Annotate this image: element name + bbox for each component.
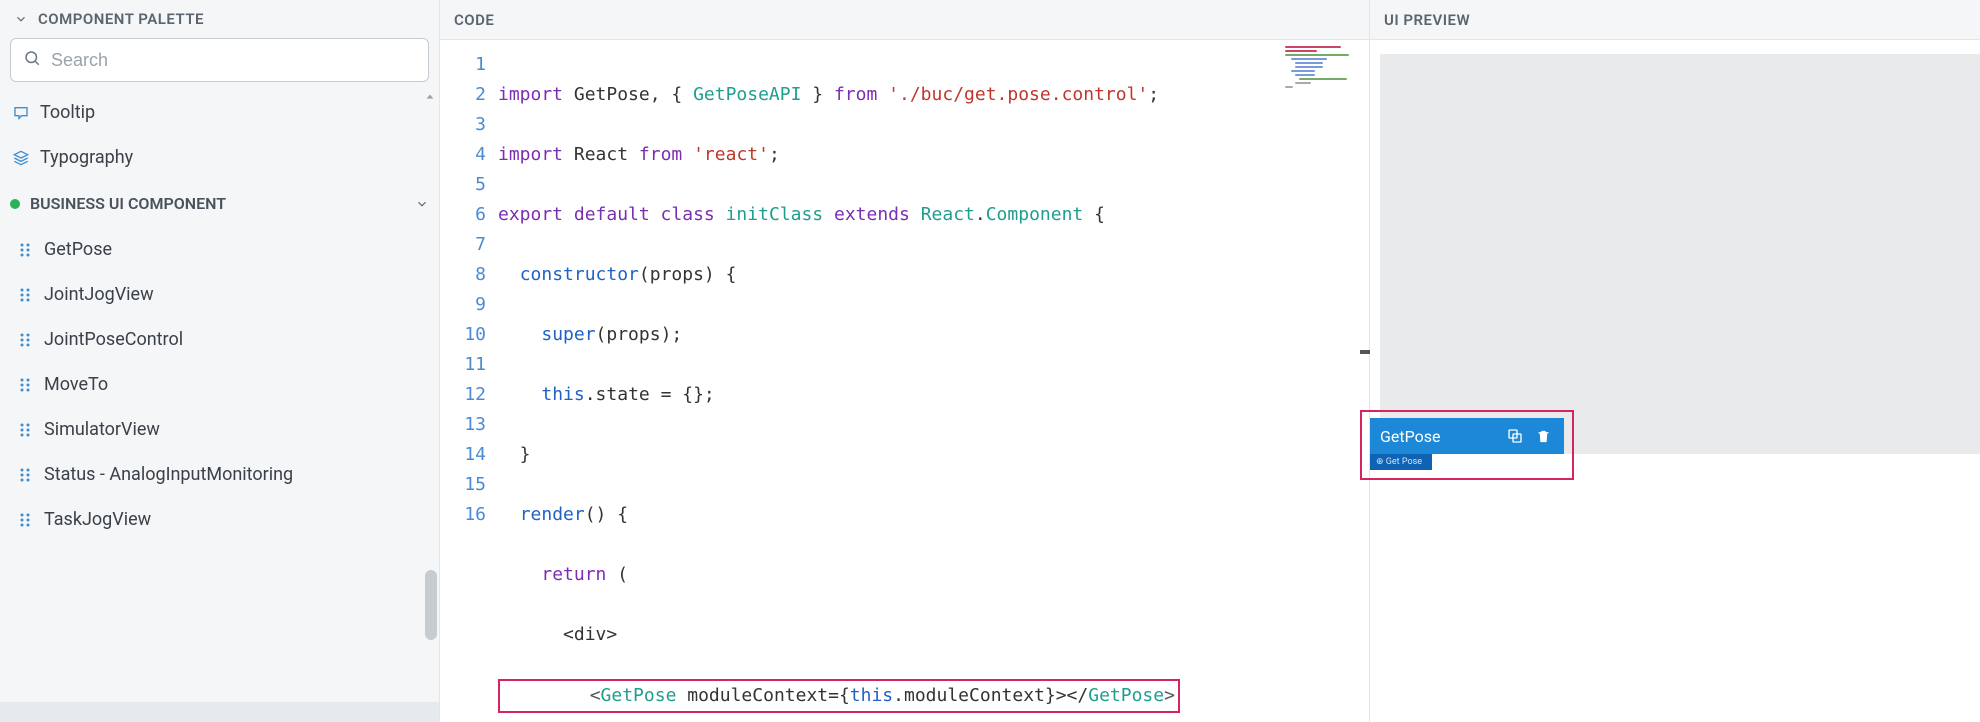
tree-item-label: GetPose: [44, 239, 112, 260]
drag-handle-icon: [14, 243, 36, 257]
line-number: 6: [440, 200, 486, 230]
drag-handle-icon: [14, 513, 36, 527]
drag-handle-icon: [14, 468, 36, 482]
tooltip-icon: [10, 105, 32, 121]
line-number: 1: [440, 50, 486, 80]
tree-item-label: SimulatorView: [44, 419, 160, 440]
group-business-ui[interactable]: BUSINESS UI COMPONENT: [0, 180, 439, 227]
palette-item-tooltip[interactable]: Tooltip: [0, 90, 439, 135]
code-line[interactable]: return (: [498, 560, 1369, 590]
preview-canvas[interactable]: [1380, 54, 1980, 454]
code-minimap[interactable]: [1281, 40, 1369, 140]
resize-handle[interactable]: [1360, 350, 1370, 354]
palette-item-moveto[interactable]: MoveTo: [0, 362, 439, 407]
palette-title: COMPONENT PALETTE: [38, 10, 204, 28]
line-number: 15: [440, 470, 486, 500]
line-number: 7: [440, 230, 486, 260]
line-number: 8: [440, 260, 486, 290]
scroll-up-icon[interactable]: [423, 90, 437, 104]
drag-handle-icon: [14, 423, 36, 437]
code-line[interactable]: }: [498, 440, 1369, 470]
line-number: 14: [440, 440, 486, 470]
palette-item-jointjogview[interactable]: JointJogView: [0, 272, 439, 317]
tree-item-label: MoveTo: [44, 374, 108, 395]
chevron-down-icon: [14, 12, 28, 26]
tree-item-label: TaskJogView: [44, 509, 151, 530]
line-number: 12: [440, 380, 486, 410]
status-dot-icon: [10, 199, 20, 209]
search-icon: [23, 49, 41, 71]
copy-icon[interactable]: [1504, 425, 1526, 447]
line-number: 5: [440, 170, 486, 200]
preview-header: UI PREVIEW: [1370, 0, 1980, 40]
cube-icon: [10, 150, 32, 166]
preview-title: UI PREVIEW: [1384, 11, 1470, 29]
sidebar-scrollbar[interactable]: [423, 90, 437, 702]
ui-preview-panel: UI PREVIEW GetPose ⊕ Get Pose: [1370, 0, 1980, 722]
tree-item-label: JointJogView: [44, 284, 154, 305]
code-panel: CODE 1 2 3 4 5 6 7 8 9 10 11 12 13 14 15…: [440, 0, 1370, 722]
drag-handle-icon: [14, 378, 36, 392]
line-number: 11: [440, 350, 486, 380]
palette-item-simulatorview[interactable]: SimulatorView: [0, 407, 439, 452]
palette-item-taskjogview[interactable]: TaskJogView: [0, 497, 439, 542]
search-box[interactable]: [10, 38, 429, 82]
palette-item-typography[interactable]: Typography: [0, 135, 439, 180]
drag-handle-icon: [14, 288, 36, 302]
code-line[interactable]: import GetPose, { GetPoseAPI } from './b…: [498, 80, 1369, 110]
palette-item-getpose[interactable]: GetPose: [0, 227, 439, 272]
group-label: BUSINESS UI COMPONENT: [30, 194, 226, 213]
widget-subheader[interactable]: ⊕ Get Pose: [1370, 454, 1432, 470]
code-line-highlighted[interactable]: <GetPose moduleContext={this.moduleConte…: [498, 680, 1369, 712]
code-header: CODE: [440, 0, 1369, 40]
palette-item-status-analog[interactable]: Status - AnalogInputMonitoring: [0, 452, 439, 497]
tree-item-label: JointPoseControl: [44, 329, 183, 350]
line-number: 3: [440, 110, 486, 140]
component-palette-panel: COMPONENT PALETTE Tooltip Typogra: [0, 0, 440, 722]
palette-item-jointposecontrol[interactable]: JointPoseControl: [0, 317, 439, 362]
line-number: 4: [440, 140, 486, 170]
trash-icon[interactable]: [1532, 425, 1554, 447]
tree-item-label: Status - AnalogInputMonitoring: [44, 464, 293, 485]
widget-titlebar[interactable]: GetPose: [1370, 418, 1564, 454]
code-content[interactable]: import GetPose, { GetPoseAPI } from './b…: [498, 40, 1369, 722]
line-number: 13: [440, 410, 486, 440]
line-number: 10: [440, 320, 486, 350]
scrollbar-thumb[interactable]: [425, 570, 437, 640]
line-gutter: 1 2 3 4 5 6 7 8 9 10 11 12 13 14 15 16: [440, 40, 498, 722]
code-line[interactable]: render() {: [498, 500, 1369, 530]
code-line[interactable]: <div>: [498, 620, 1369, 650]
code-editor[interactable]: 1 2 3 4 5 6 7 8 9 10 11 12 13 14 15 16 i…: [440, 40, 1369, 722]
code-line[interactable]: export default class initClass extends R…: [498, 200, 1369, 230]
preview-canvas-area[interactable]: GetPose ⊕ Get Pose: [1370, 40, 1980, 722]
tree-item-label: Tooltip: [40, 102, 95, 123]
code-line[interactable]: super(props);: [498, 320, 1369, 350]
line-number: 16: [440, 500, 486, 530]
line-number: 9: [440, 290, 486, 320]
palette-header[interactable]: COMPONENT PALETTE: [0, 0, 439, 38]
code-title: CODE: [454, 11, 494, 29]
code-line[interactable]: constructor(props) {: [498, 260, 1369, 290]
code-line[interactable]: this.state = {};: [498, 380, 1369, 410]
search-input[interactable]: [51, 50, 416, 71]
tree-item-label: Typography: [40, 147, 133, 168]
widget-label: GetPose: [1380, 427, 1498, 446]
component-tree: Tooltip Typography BUSINESS UI COMPONENT: [0, 90, 439, 702]
line-number: 2: [440, 80, 486, 110]
sidebar-footer: [0, 702, 439, 722]
code-line[interactable]: import React from 'react';: [498, 140, 1369, 170]
drag-handle-icon: [14, 333, 36, 347]
preview-selected-component[interactable]: GetPose ⊕ Get Pose: [1360, 410, 1574, 480]
